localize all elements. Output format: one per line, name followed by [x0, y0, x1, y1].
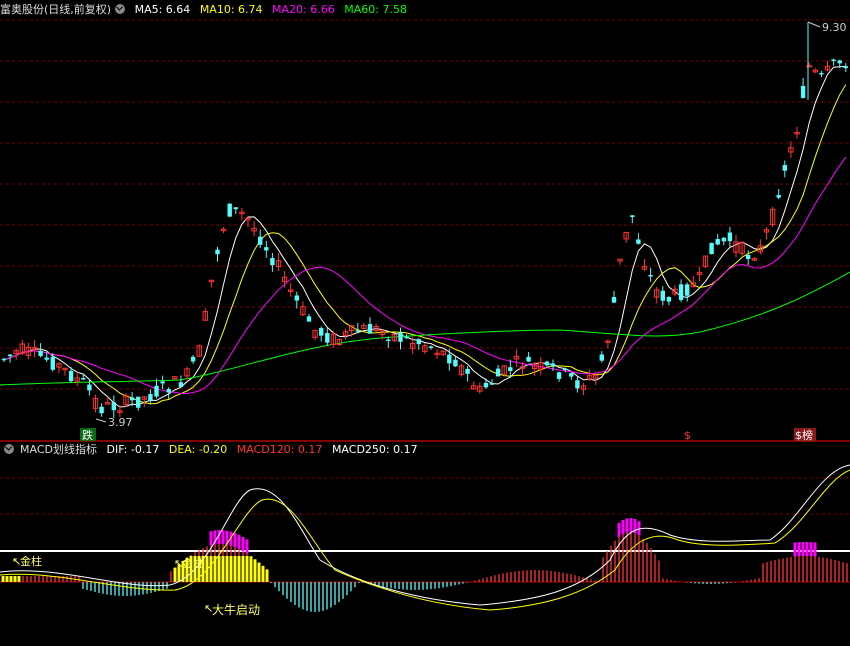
signal-fall: 跌 — [82, 428, 93, 442]
macd-title: MACD划线指标 — [20, 443, 97, 456]
ma60-value: MA60: 7.58 — [344, 3, 407, 16]
ma10-value: MA10: 6.74 — [199, 3, 263, 16]
stock-title: 富奥股份(日线,前复权) — [0, 3, 112, 16]
ma20-value: MA20: 6.66 — [272, 3, 335, 16]
chevron-down-icon[interactable] — [115, 4, 126, 14]
macd-header: MACD划线指标 DIF: -0.17 DEA: -0.20 MACD120: … — [0, 442, 424, 458]
macd120-value: MACD120: 0.17 — [236, 443, 323, 456]
annotation-gold-bar-1: 金柱 — [20, 554, 42, 568]
annotation-bull-start: 大牛启动 — [212, 602, 260, 617]
chevron-down-icon[interactable] — [4, 444, 14, 454]
signal-dollar-1: $ — [684, 429, 691, 442]
annotation-gold-bar-2: 金柱 — [182, 556, 204, 570]
stock-chart[interactable]: 9.30 3.97 跌 $ $榜 金柱 金柱 大牛启动 ↖ ↖ ↖ — [0, 0, 850, 646]
ma5-value: MA5: 6.64 — [134, 3, 191, 16]
macd250-value: MACD250: 0.17 — [331, 443, 418, 456]
dea-value: DEA: -0.20 — [168, 443, 228, 456]
svg-text:↖: ↖ — [12, 555, 21, 568]
svg-text:↖: ↖ — [174, 557, 183, 570]
signal-dollar-2: $榜 — [795, 428, 813, 442]
dif-value: DIF: -0.17 — [106, 443, 160, 456]
main-chart-header: 富奥股份(日线,前复权) MA5: 6.64 MA10: 6.74 MA20: … — [0, 2, 413, 18]
svg-text:↖: ↖ — [204, 602, 213, 615]
low-price-label: 3.97 — [108, 416, 133, 429]
high-price-label: 9.30 — [822, 21, 847, 34]
